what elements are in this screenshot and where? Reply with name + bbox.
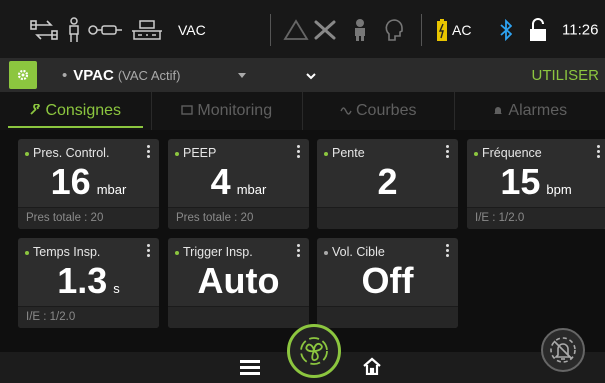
kebab-menu-icon[interactable] [446, 244, 450, 259]
tab-consignes[interactable]: Consignes [0, 92, 151, 130]
tab-bar: Consignes Monitoring Courbes Alarmes [0, 92, 605, 130]
setting-footer [168, 306, 309, 328]
nurse-icon [352, 18, 368, 42]
head-icon [384, 18, 404, 42]
tab-monitoring[interactable]: Monitoring [150, 92, 303, 130]
settings-grid: Pres. Control. 16 mbar Pres totale : 20 P… [0, 130, 605, 352]
status-divider [270, 14, 271, 46]
setting-value: 2 [377, 161, 398, 202]
hamburger-menu-icon[interactable] [240, 359, 260, 380]
tab-label: Courbes [356, 102, 417, 119]
setting-footer: I/E : 1/2.0 [18, 306, 159, 328]
setting-footer [317, 207, 458, 229]
patient-icon [66, 17, 82, 42]
battery-icon [437, 18, 447, 42]
gear-icon [17, 69, 29, 81]
kebab-menu-icon[interactable] [297, 244, 301, 259]
tab-courbes[interactable]: Courbes [302, 92, 454, 130]
setting-label: Vol. Cible [332, 245, 385, 259]
setting-value: Off [361, 260, 414, 301]
setting-card-vol-cible[interactable]: Vol. Cible Off [317, 238, 458, 328]
mode-sub-label: (VAC Actif) [117, 68, 181, 83]
mode-bar: • VPAC (VAC Actif) UTILISER [0, 58, 605, 92]
bell-slash-icon [550, 337, 576, 363]
mode-label: VPAC [73, 67, 114, 84]
unlock-icon[interactable] [529, 18, 547, 42]
setting-card-pente[interactable]: Pente 2 [317, 139, 458, 229]
active-dot-icon [25, 151, 29, 156]
setting-unit: mbar [236, 182, 267, 197]
tab-label: Alarmes [508, 102, 568, 119]
setting-card-pres-control[interactable]: Pres. Control. 16 mbar Pres totale : 20 [18, 139, 159, 229]
ventilation-button[interactable] [287, 324, 341, 378]
wave-icon [340, 104, 352, 119]
status-divider-2 [421, 14, 422, 46]
network-icon [29, 18, 59, 42]
setting-footer: I/E : 1/2.0 [467, 207, 605, 229]
circuit-icon [88, 18, 124, 42]
setting-footer: Pres totale : 20 [168, 207, 309, 229]
home-icon[interactable] [362, 357, 382, 380]
setting-card-frequence[interactable]: Fréquence 15 bpm I/E : 1/2.0 [467, 139, 605, 229]
status-bar: VAC AC 11:26 [0, 0, 605, 58]
kebab-menu-icon[interactable] [446, 145, 450, 160]
kebab-menu-icon[interactable] [297, 145, 301, 160]
setting-value: 15 [500, 161, 541, 202]
setting-value: 1.3 [57, 260, 108, 301]
active-dot-icon [175, 151, 179, 156]
mode-selector[interactable]: • VPAC (VAC Actif) [62, 67, 180, 84]
setting-footer [317, 306, 458, 328]
setting-label: Fréquence [482, 146, 542, 160]
setting-unit: s [113, 281, 120, 296]
kebab-menu-icon[interactable] [597, 145, 601, 160]
setting-label: Temps Insp. [33, 245, 101, 259]
setting-card-trigger-insp[interactable]: Trigger Insp. Auto [168, 238, 309, 328]
tab-label: Consignes [45, 102, 122, 119]
chevron-down-icon[interactable] [305, 68, 317, 86]
alarm-silence-button[interactable] [541, 328, 585, 372]
clock: 11:26 [562, 21, 599, 39]
active-dot-icon [474, 151, 478, 156]
bluetooth-icon [500, 18, 512, 42]
active-dot-icon [25, 250, 29, 255]
tab-label: Monitoring [197, 102, 273, 119]
setting-unit: bpm [546, 182, 572, 197]
setting-label: Trigger Insp. [183, 245, 253, 259]
vent-mode-text: VAC [178, 22, 206, 38]
tab-alarmes[interactable]: Alarmes [453, 92, 605, 130]
wrench-icon [29, 102, 41, 119]
setting-label: Pres. Control. [33, 146, 110, 160]
setting-card-peep[interactable]: PEEP 4 mbar Pres totale : 20 [168, 139, 309, 229]
use-button[interactable]: UTILISER [531, 67, 599, 84]
bell-icon [492, 104, 504, 119]
setting-footer: Pres totale : 20 [18, 207, 159, 229]
monitor-icon [181, 104, 194, 119]
setting-card-temps-insp[interactable]: Temps Insp. 1.3 s I/E : 1/2.0 [18, 238, 159, 328]
setting-value: Auto [197, 260, 280, 301]
warning-icon [283, 18, 309, 42]
setting-value: 16 [50, 161, 91, 202]
active-dot-icon [175, 250, 179, 255]
fan-icon [300, 337, 328, 365]
tools-icon[interactable] [312, 18, 338, 42]
inactive-dot-icon [324, 250, 328, 255]
caret-down-icon[interactable] [238, 73, 246, 78]
settings-button[interactable] [9, 61, 37, 89]
humidifier-icon [130, 18, 164, 42]
power-source-text: AC [452, 22, 472, 38]
setting-label: Pente [332, 146, 365, 160]
setting-unit: mbar [96, 182, 127, 197]
setting-label: PEEP [183, 146, 217, 160]
kebab-menu-icon[interactable] [147, 244, 151, 259]
kebab-menu-icon[interactable] [147, 145, 151, 160]
setting-value: 4 [210, 161, 231, 202]
active-dot-icon [324, 151, 328, 156]
